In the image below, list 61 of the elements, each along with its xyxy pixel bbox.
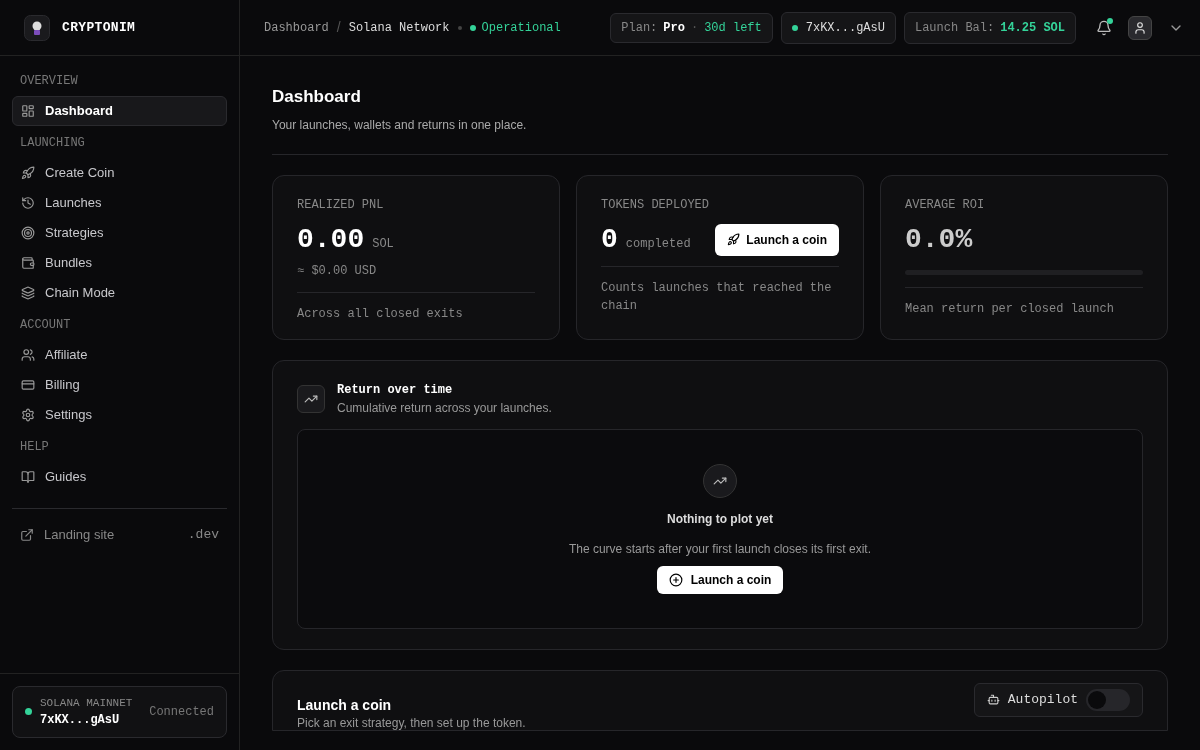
panel-subtitle: Cumulative return across your launches.	[337, 399, 552, 417]
page-title: Dashboard	[272, 86, 362, 108]
landing-site-link[interactable]: Landing site .dev	[12, 517, 227, 553]
item-label: Create Coin	[45, 164, 115, 183]
item-label: Launches	[45, 194, 102, 213]
sidebar-item[interactable]: Bundles	[12, 248, 227, 278]
stat-label: REALIZED PNL	[297, 196, 385, 214]
panel-title: Launch a coin	[297, 695, 393, 715]
stat-label: AVERAGE ROI	[905, 196, 986, 214]
item-label: Chain Mode	[45, 284, 116, 303]
stat-label: TOKENS DEPLOYED	[601, 196, 711, 214]
sidebar-item[interactable]: Guides	[12, 462, 227, 492]
breadcrumb-item: Solana Network	[348, 19, 450, 37]
launch-coin-button[interactable]: Launch a coin	[656, 565, 784, 594]
section-heading: LAUNCHING	[19, 135, 86, 152]
connection-status: Connected	[149, 703, 214, 721]
section-heading: OVERVIEW	[19, 73, 79, 90]
sidebar-item[interactable]: Affiliate	[12, 340, 227, 370]
section-heading: HELP	[19, 439, 50, 456]
sidebar-item[interactable]: Dashboard	[12, 96, 227, 126]
launch-coin-button[interactable]: Launch a coin	[715, 223, 839, 256]
sidebar-item[interactable]: Create Coin	[12, 158, 227, 188]
item-label: Dashboard	[45, 102, 113, 121]
item-label: Bundles	[45, 254, 92, 273]
balance-chip: Launch Bal: 14.25 SOL	[903, 11, 1076, 44]
item-label: Billing	[45, 376, 80, 395]
autopilot-label: Autopilot	[1007, 690, 1078, 709]
stat-value: 0	[601, 222, 618, 257]
plan-chip: Plan: Pro · 30d left	[610, 12, 773, 43]
stat-value: 0.00	[297, 222, 365, 257]
sidebar-item[interactable]: Chain Mode	[12, 278, 227, 308]
stat-note: Counts launches that reached the chain	[601, 279, 833, 315]
network-name: SOLANA MAINNET	[40, 695, 134, 711]
sidebar-item[interactable]: Launches	[12, 188, 227, 218]
stat-unit: SOL	[372, 235, 394, 253]
stat-value: 0.0%	[905, 222, 973, 257]
item-label: Guides	[45, 468, 87, 487]
item-label: Affiliate	[45, 346, 88, 365]
stat-subvalue: ≈ $0.00 USD	[297, 262, 378, 280]
item-label: Strategies	[45, 224, 104, 243]
empty-text: The curve starts after your first launch closes its first exit.	[568, 540, 872, 558]
sidebar-item[interactable]: Billing	[12, 370, 227, 400]
item-label: Settings	[45, 406, 92, 425]
link-suffix: .dev	[187, 526, 219, 545]
panel-subtitle: Pick an exit strategy, then set up the token.	[297, 715, 527, 730]
breadcrumb-item[interactable]: Dashboard	[264, 18, 329, 37]
page-subtitle: Your launches, wallets and returns in one place.	[272, 116, 528, 134]
operational-status: Operational	[469, 18, 561, 37]
wallet-address: 7xKX...gAsU	[40, 712, 121, 729]
sidebar-item[interactable]: Strategies	[12, 218, 227, 248]
brand-name: CRYPTONIM	[62, 18, 136, 37]
breadcrumb-separator: /	[336, 18, 341, 37]
empty-title: Nothing to plot yet	[667, 510, 773, 528]
stat-note: Mean return per closed launch	[905, 300, 1115, 318]
link-label: Landing site	[44, 526, 116, 545]
wallet-chip[interactable]: 7xKX...gAsU	[780, 11, 896, 44]
stat-note: Across all closed exits	[297, 305, 464, 323]
panel-title: Return over time	[337, 381, 454, 399]
sidebar-item[interactable]: Settings	[12, 400, 227, 430]
stat-unit: completed	[625, 235, 691, 253]
section-heading: ACCOUNT	[19, 317, 72, 334]
